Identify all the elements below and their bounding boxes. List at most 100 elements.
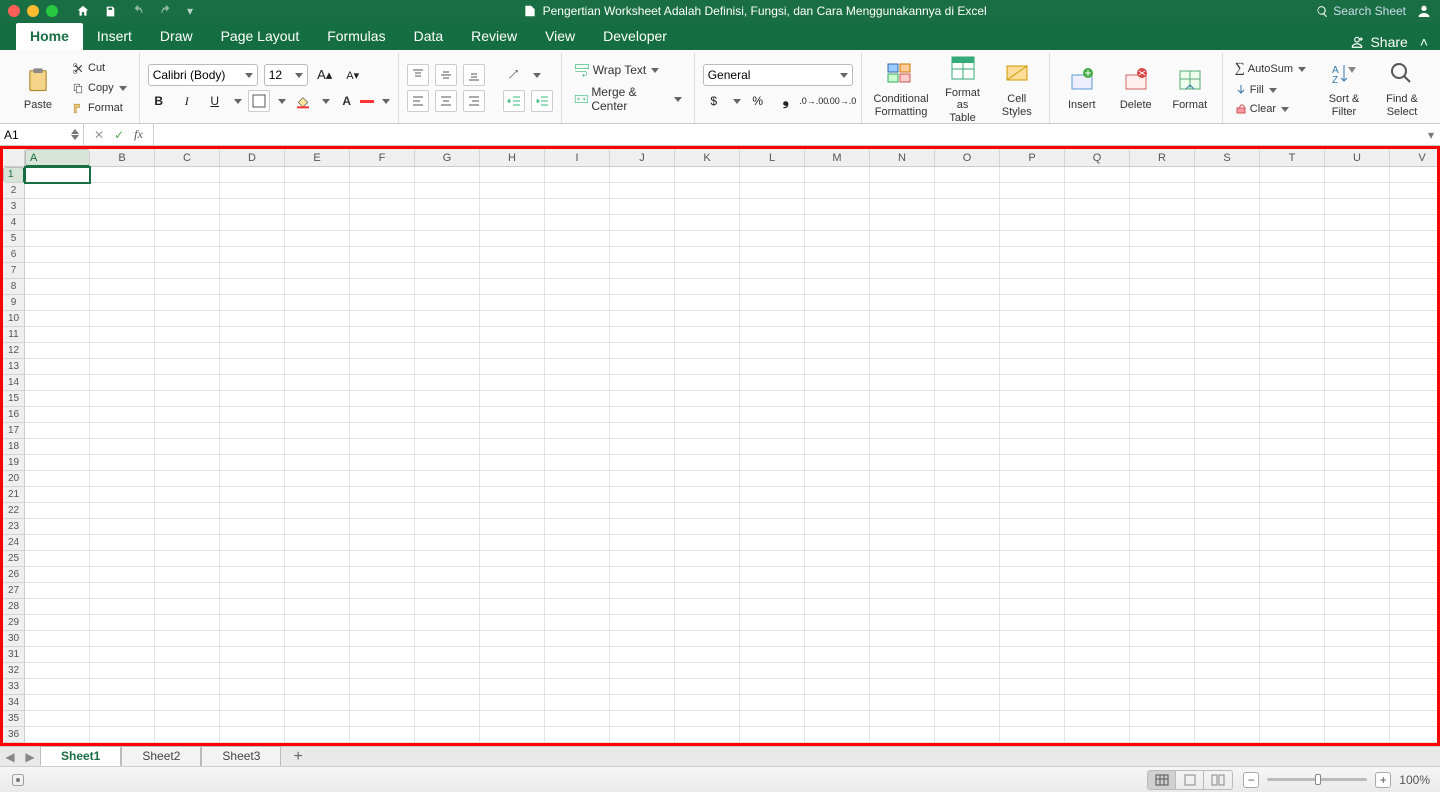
cell[interactable]: [1325, 727, 1390, 743]
cell[interactable]: [1195, 407, 1260, 423]
cell[interactable]: [1130, 407, 1195, 423]
cell[interactable]: [350, 647, 415, 663]
cell[interactable]: [805, 231, 870, 247]
border-button[interactable]: [248, 90, 270, 112]
cell[interactable]: [675, 519, 740, 535]
cell[interactable]: [90, 391, 155, 407]
cell[interactable]: [1065, 183, 1130, 199]
cell[interactable]: [545, 215, 610, 231]
align-center-icon[interactable]: [435, 90, 457, 112]
row-header[interactable]: 10: [3, 311, 25, 327]
cell[interactable]: [1130, 215, 1195, 231]
cell[interactable]: [1390, 231, 1440, 247]
cell[interactable]: [1260, 263, 1325, 279]
cell[interactable]: [805, 247, 870, 263]
cell[interactable]: [935, 231, 1000, 247]
cell[interactable]: [415, 631, 480, 647]
cell[interactable]: [350, 199, 415, 215]
sheet-tab-sheet3[interactable]: Sheet3: [201, 746, 281, 766]
cell[interactable]: [1195, 215, 1260, 231]
cell[interactable]: [870, 503, 935, 519]
cell[interactable]: [610, 471, 675, 487]
cell[interactable]: [1065, 631, 1130, 647]
cell-styles-button[interactable]: Cell Styles: [993, 56, 1041, 119]
cell[interactable]: [155, 583, 220, 599]
cell[interactable]: [610, 439, 675, 455]
row-header[interactable]: 33: [3, 679, 25, 695]
cell[interactable]: [220, 375, 285, 391]
cell[interactable]: [90, 279, 155, 295]
cell[interactable]: [935, 199, 1000, 215]
cell[interactable]: [285, 663, 350, 679]
cell[interactable]: [1260, 279, 1325, 295]
cell[interactable]: [1000, 183, 1065, 199]
cell[interactable]: [480, 407, 545, 423]
cell[interactable]: [350, 567, 415, 583]
column-header[interactable]: L: [740, 149, 805, 167]
cell[interactable]: [1130, 311, 1195, 327]
cell[interactable]: [90, 407, 155, 423]
cell[interactable]: [1195, 455, 1260, 471]
format-painter-button[interactable]: Format: [68, 100, 131, 117]
cell[interactable]: [1195, 311, 1260, 327]
cell[interactable]: [1325, 231, 1390, 247]
cell[interactable]: [935, 359, 1000, 375]
cell[interactable]: [545, 407, 610, 423]
cell[interactable]: [1065, 535, 1130, 551]
cell[interactable]: [90, 535, 155, 551]
cell[interactable]: [285, 215, 350, 231]
cell[interactable]: [1065, 215, 1130, 231]
cell[interactable]: [1260, 183, 1325, 199]
cell[interactable]: [1390, 519, 1440, 535]
cell[interactable]: [1000, 439, 1065, 455]
underline-button[interactable]: U: [204, 90, 226, 112]
cell[interactable]: [1000, 327, 1065, 343]
cell[interactable]: [155, 647, 220, 663]
cell[interactable]: [1260, 375, 1325, 391]
cell[interactable]: [25, 423, 90, 439]
cell[interactable]: [675, 711, 740, 727]
cell[interactable]: [1390, 167, 1440, 183]
row-header[interactable]: 31: [3, 647, 25, 663]
cell[interactable]: [870, 599, 935, 615]
cell[interactable]: [480, 727, 545, 743]
cell[interactable]: [25, 551, 90, 567]
cell[interactable]: [155, 455, 220, 471]
row-header[interactable]: 14: [3, 375, 25, 391]
cell[interactable]: [1195, 679, 1260, 695]
cell[interactable]: [740, 295, 805, 311]
cell[interactable]: [415, 487, 480, 503]
column-header[interactable]: E: [285, 149, 350, 167]
cell[interactable]: [610, 727, 675, 743]
cell[interactable]: [805, 311, 870, 327]
cell[interactable]: [350, 391, 415, 407]
cell[interactable]: [1065, 647, 1130, 663]
column-header[interactable]: J: [610, 149, 675, 167]
cell[interactable]: [1065, 423, 1130, 439]
row-header[interactable]: 4: [3, 215, 25, 231]
column-header[interactable]: F: [350, 149, 415, 167]
row-header[interactable]: 3: [3, 199, 25, 215]
cell[interactable]: [1130, 711, 1195, 727]
cell[interactable]: [870, 487, 935, 503]
cell[interactable]: [220, 391, 285, 407]
cell[interactable]: [870, 167, 935, 183]
cell[interactable]: [1000, 535, 1065, 551]
row-header[interactable]: 21: [3, 487, 25, 503]
cell[interactable]: [25, 535, 90, 551]
cell[interactable]: [870, 439, 935, 455]
cell[interactable]: [935, 535, 1000, 551]
cell[interactable]: [155, 199, 220, 215]
cell[interactable]: [90, 359, 155, 375]
cell[interactable]: [220, 359, 285, 375]
qat-dropdown-icon[interactable]: ▾: [187, 4, 193, 18]
autosum-button[interactable]: ∑AutoSum: [1231, 59, 1310, 79]
cell[interactable]: [1195, 263, 1260, 279]
cell[interactable]: [1260, 487, 1325, 503]
cell[interactable]: [1390, 455, 1440, 471]
cell[interactable]: [545, 375, 610, 391]
cell[interactable]: [1000, 263, 1065, 279]
column-header[interactable]: C: [155, 149, 220, 167]
row-header[interactable]: 36: [3, 727, 25, 743]
cell[interactable]: [675, 327, 740, 343]
